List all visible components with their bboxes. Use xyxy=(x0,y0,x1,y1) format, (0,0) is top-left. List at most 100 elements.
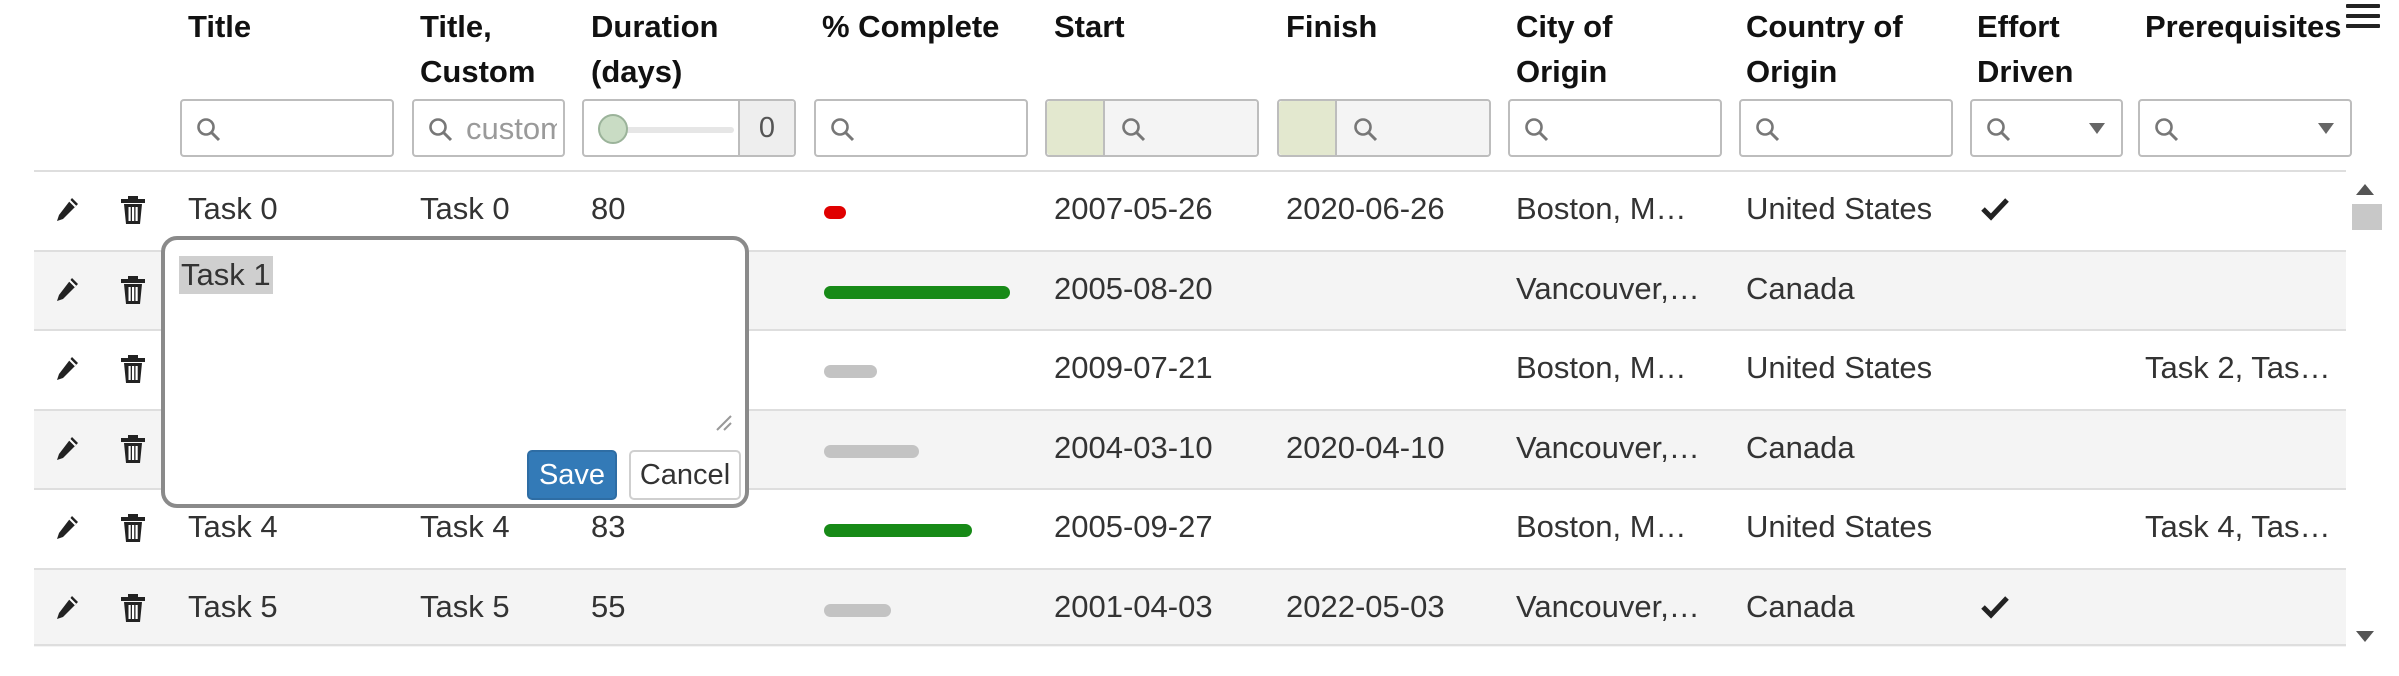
header-start[interactable]: Start xyxy=(1054,4,1125,49)
header-effort-driven[interactable]: Effort Driven xyxy=(1977,4,2073,94)
filter-duration-slider[interactable]: 0 xyxy=(582,99,796,157)
cell-prerequisites[interactable]: Task 2, Tas… xyxy=(2145,349,2331,387)
search-icon xyxy=(1122,118,1146,142)
cell-prerequisites[interactable]: Task 4, Tas… xyxy=(2145,508,2331,546)
cell-country[interactable]: United States xyxy=(1746,349,1932,387)
cancel-button[interactable]: Cancel xyxy=(629,450,741,500)
cell-title-custom[interactable]: Task 4 xyxy=(420,508,510,546)
vertical-scrollbar[interactable] xyxy=(2346,170,2386,650)
filter-title[interactable] xyxy=(180,99,394,157)
edit-pencil-icon[interactable] xyxy=(52,592,82,624)
delete-trash-icon[interactable] xyxy=(118,194,148,226)
edit-pencil-icon[interactable] xyxy=(52,433,82,465)
cell-city[interactable]: Vancouver,… xyxy=(1516,588,1700,626)
cell-start[interactable]: 2005-08-20 xyxy=(1054,270,1213,308)
percent-complete-bar xyxy=(824,206,846,219)
filter-percent-complete[interactable] xyxy=(814,99,1028,157)
cell-city[interactable]: Vancouver,… xyxy=(1516,429,1700,467)
cell-duration[interactable]: 83 xyxy=(591,508,625,546)
chevron-down-icon xyxy=(2089,123,2105,134)
cell-finish[interactable]: 2020-04-10 xyxy=(1286,429,1445,467)
search-icon xyxy=(429,118,453,142)
cell-country[interactable]: Canada xyxy=(1746,429,1855,467)
cell-city[interactable]: Boston, M… xyxy=(1516,349,1687,387)
cell-country[interactable]: United States xyxy=(1746,190,1932,228)
header-finish[interactable]: Finish xyxy=(1286,4,1377,49)
scroll-thumb[interactable] xyxy=(2352,204,2382,230)
cell-city[interactable]: Boston, M… xyxy=(1516,508,1687,546)
header-city[interactable]: City of Origin xyxy=(1516,4,1612,94)
search-icon xyxy=(831,118,855,142)
header-prerequisites[interactable]: Prerequisites xyxy=(2145,4,2341,49)
search-icon xyxy=(1756,118,1780,142)
search-icon xyxy=(1525,118,1549,142)
cell-duration[interactable]: 55 xyxy=(591,588,625,626)
cell-title[interactable]: Task 5 xyxy=(188,588,278,626)
header-percent-complete[interactable]: % Complete xyxy=(822,4,999,49)
delete-trash-icon[interactable] xyxy=(118,512,148,544)
header-title[interactable]: Title xyxy=(188,4,251,49)
cell-country[interactable]: United States xyxy=(1746,508,1932,546)
delete-trash-icon[interactable] xyxy=(118,433,148,465)
hamburger-menu-icon[interactable] xyxy=(2346,4,2380,34)
data-grid: Title Title, Custom Duration (days) % Comp… xyxy=(0,0,2399,676)
date-operator-selector[interactable] xyxy=(1047,101,1105,155)
grid-bottom-border xyxy=(34,644,2346,646)
header-duration[interactable]: Duration (days) xyxy=(591,4,718,94)
slider-handle[interactable] xyxy=(598,114,628,144)
slider-value: 0 xyxy=(738,101,794,155)
cell-start[interactable]: 2007-05-26 xyxy=(1054,190,1213,228)
search-icon xyxy=(197,118,221,142)
filter-country[interactable] xyxy=(1739,99,1953,157)
cell-duration[interactable]: 80 xyxy=(591,190,625,228)
search-icon xyxy=(1987,118,2011,142)
scroll-down-arrow-icon[interactable] xyxy=(2356,631,2374,642)
edit-pencil-icon[interactable] xyxy=(52,512,82,544)
filter-prerequisites[interactable] xyxy=(2138,99,2352,157)
header-title-custom[interactable]: Title, Custom xyxy=(420,4,535,94)
filter-title-custom[interactable]: custom xyxy=(412,99,565,157)
percent-complete-bar xyxy=(824,365,877,378)
cell-start[interactable]: 2004-03-10 xyxy=(1054,429,1213,467)
checkmark-icon xyxy=(1981,596,2009,619)
cell-start[interactable]: 2005-09-27 xyxy=(1054,508,1213,546)
percent-complete-bar xyxy=(824,524,972,537)
cell-city[interactable]: Vancouver,… xyxy=(1516,270,1700,308)
editor-textarea[interactable] xyxy=(179,254,731,426)
cell-city[interactable]: Boston, M… xyxy=(1516,190,1687,228)
percent-complete-bar xyxy=(824,604,891,617)
filter-finish-date[interactable] xyxy=(1277,99,1491,157)
delete-trash-icon[interactable] xyxy=(118,274,148,306)
filter-start-date[interactable] xyxy=(1045,99,1259,157)
percent-complete-bar xyxy=(824,286,1010,299)
cell-title[interactable]: Task 4 xyxy=(188,508,278,546)
cell-finish[interactable]: 2020-06-26 xyxy=(1286,190,1445,228)
search-icon xyxy=(2155,118,2179,142)
cell-finish[interactable]: 2022-05-03 xyxy=(1286,588,1445,626)
filter-effort-driven[interactable] xyxy=(1970,99,2123,157)
edit-pencil-icon[interactable] xyxy=(52,353,82,385)
cell-title-custom[interactable]: Task 0 xyxy=(420,190,510,228)
cell-title[interactable]: Task 0 xyxy=(188,190,278,228)
filter-city[interactable] xyxy=(1508,99,1722,157)
delete-trash-icon[interactable] xyxy=(118,592,148,624)
percent-complete-bar xyxy=(824,445,919,458)
checkmark-icon xyxy=(1981,198,2009,221)
edit-pencil-icon[interactable] xyxy=(52,194,82,226)
long-text-editor-popup: Task 1 Save Cancel xyxy=(161,236,749,508)
delete-trash-icon[interactable] xyxy=(118,353,148,385)
scroll-up-arrow-icon[interactable] xyxy=(2356,184,2374,195)
cell-title-custom[interactable]: Task 5 xyxy=(420,588,510,626)
table-row[interactable]: Task 5 Task 5 55 2001-04-03 2022-05-03 Vancou… xyxy=(34,568,2346,647)
resize-grip-icon[interactable] xyxy=(713,412,733,432)
chevron-down-icon xyxy=(2318,123,2334,134)
cell-country[interactable]: Canada xyxy=(1746,270,1855,308)
filter-title-custom-placeholder: custom xyxy=(466,111,557,146)
cell-country[interactable]: Canada xyxy=(1746,588,1855,626)
cell-start[interactable]: 2009-07-21 xyxy=(1054,349,1213,387)
header-country[interactable]: Country of Origin xyxy=(1746,4,1903,94)
cell-start[interactable]: 2001-04-03 xyxy=(1054,588,1213,626)
date-operator-selector[interactable] xyxy=(1279,101,1337,155)
edit-pencil-icon[interactable] xyxy=(52,274,82,306)
save-button[interactable]: Save xyxy=(527,450,617,500)
